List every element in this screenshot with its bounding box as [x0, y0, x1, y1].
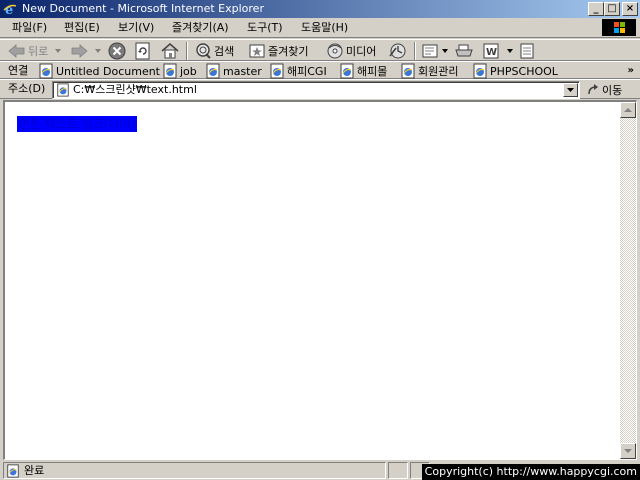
minimize-button[interactable]: _ — [588, 2, 604, 16]
menu-tools[interactable]: 도구(T) — [247, 21, 283, 35]
link-happymall[interactable]: 해피몰 — [339, 63, 387, 79]
links-more-chevron-icon[interactable]: » — [628, 64, 634, 78]
web-page: 만든 텍스트 링크(나이) — [5, 102, 620, 459]
go-button[interactable]: 이동 — [586, 81, 622, 99]
mail-icon — [422, 44, 438, 58]
toolbar-separator — [414, 42, 416, 60]
standard-toolbar: 뒤로 검색 즐겨찾기 미디어 W — [0, 39, 640, 61]
vertical-scrollbar[interactable] — [620, 102, 636, 459]
chevron-down-icon — [442, 49, 448, 53]
ie-page-icon — [401, 63, 415, 79]
notepad-icon — [520, 43, 534, 59]
media-label: 미디어 — [346, 45, 377, 58]
windows-flag-icon — [614, 22, 625, 33]
chevron-down-icon — [567, 88, 574, 92]
forward-arrow-icon — [71, 44, 88, 58]
chevron-down-icon — [507, 49, 513, 53]
arrow-down-icon — [624, 449, 632, 453]
ie-page-icon — [473, 63, 487, 79]
status-pane — [388, 462, 408, 479]
scroll-down-button[interactable] — [620, 443, 636, 459]
status-main-pane: 완료 — [3, 462, 386, 479]
arrow-up-icon — [624, 108, 632, 112]
close-icon: × — [625, 3, 635, 14]
minimize-icon: _ — [593, 3, 599, 14]
stop-icon — [108, 42, 126, 60]
menu-help[interactable]: 도움말(H) — [301, 21, 348, 35]
back-arrow-icon — [8, 44, 25, 58]
ie-logo-icon: e — [3, 3, 17, 16]
stop-button[interactable] — [108, 42, 126, 60]
status-bar: 완료 Copyright(c) http://www.happycgi.com — [0, 461, 640, 480]
address-dropdown-button[interactable] — [563, 83, 578, 97]
menu-view[interactable]: 보기(V) — [118, 21, 154, 35]
menu-edit[interactable]: 편집(E) — [64, 21, 100, 35]
scroll-up-button[interactable] — [620, 102, 636, 118]
link-untitled-document[interactable]: Untitled Document — [38, 63, 160, 79]
forward-button[interactable] — [70, 42, 102, 60]
ie-page-icon — [39, 63, 53, 79]
highlighted-link-text[interactable]: 만든 텍스트 링크(나이) — [17, 116, 138, 132]
content-frame: 만든 텍스트 링크(나이) — [3, 100, 637, 460]
chevron-down-icon — [55, 49, 62, 53]
search-label: 검색 — [214, 45, 235, 58]
links-label: 연결 — [8, 64, 29, 77]
maximize-icon: □ — [607, 3, 617, 14]
menu-bar: 파일(F) 편집(E) 보기(V) 즐겨찾기(A) 도구(T) 도움말(H) — [0, 18, 640, 38]
go-arrow-icon — [588, 84, 598, 95]
status-text: 완료 — [24, 464, 45, 477]
menu-file[interactable]: 파일(F) — [12, 21, 47, 35]
chevron-down-icon — [95, 49, 101, 53]
search-button[interactable]: 검색 — [194, 42, 234, 60]
refresh-icon — [135, 42, 150, 60]
discuss-button[interactable] — [518, 42, 536, 60]
favorites-label: 즐겨찾기 — [268, 45, 309, 58]
back-label: 뒤로 — [28, 45, 49, 58]
history-button[interactable] — [388, 42, 408, 60]
word-edit-icon: W — [483, 43, 499, 59]
ie-page-icon — [270, 63, 284, 79]
media-button[interactable]: 미디어 — [326, 42, 376, 60]
copyright-watermark: Copyright(c) http://www.happycgi.com — [421, 464, 640, 480]
ie-page-icon — [57, 83, 69, 97]
print-button[interactable] — [454, 42, 474, 60]
media-icon — [327, 43, 343, 59]
svg-text:W: W — [486, 47, 497, 58]
ie-page-icon — [163, 63, 177, 79]
ie-page-icon — [7, 464, 19, 478]
title-bar[interactable]: e New Document - Microsoft Internet Expl… — [0, 0, 640, 18]
links-bar: 연결 Untitled Document job master 해피CGI 해피… — [0, 61, 640, 79]
address-value: C:₩스크린샷₩text.html — [73, 83, 197, 96]
ie-page-icon — [340, 63, 354, 79]
menu-favorites[interactable]: 즐겨찾기(A) — [172, 21, 229, 35]
window-title: New Document - Microsoft Internet Explor… — [22, 2, 264, 15]
mail-button[interactable] — [422, 42, 449, 60]
browser-window: e New Document - Microsoft Internet Expl… — [0, 0, 640, 480]
address-input[interactable]: C:₩스크린샷₩text.html — [52, 81, 580, 99]
maximize-button[interactable]: □ — [604, 2, 620, 16]
refresh-button[interactable] — [134, 42, 152, 60]
go-label: 이동 — [602, 84, 623, 97]
edit-button[interactable]: W — [482, 42, 514, 60]
print-icon — [455, 44, 473, 57]
toolbar-separator — [186, 42, 188, 60]
address-bar: 주소(D) C:₩스크린샷₩text.html 이동 — [0, 79, 640, 99]
history-icon — [389, 43, 406, 59]
home-icon — [161, 43, 179, 59]
link-master[interactable]: master — [205, 63, 262, 79]
favorites-button[interactable]: 즐겨찾기 — [248, 42, 308, 60]
ie-page-icon — [206, 63, 220, 79]
link-member-management[interactable]: 회원관리 — [400, 63, 458, 79]
back-button[interactable]: 뒤로 — [8, 42, 62, 60]
favorites-folder-icon — [249, 44, 265, 58]
link-job[interactable]: job — [162, 63, 197, 79]
search-icon — [196, 43, 211, 59]
address-label: 주소(D) — [8, 82, 46, 95]
link-happycgi[interactable]: 해피CGI — [269, 63, 327, 79]
home-button[interactable] — [160, 42, 180, 60]
throbber — [602, 19, 636, 36]
close-button[interactable]: × — [622, 2, 638, 16]
link-phpschool[interactable]: PHPSCHOOL — [472, 63, 558, 79]
